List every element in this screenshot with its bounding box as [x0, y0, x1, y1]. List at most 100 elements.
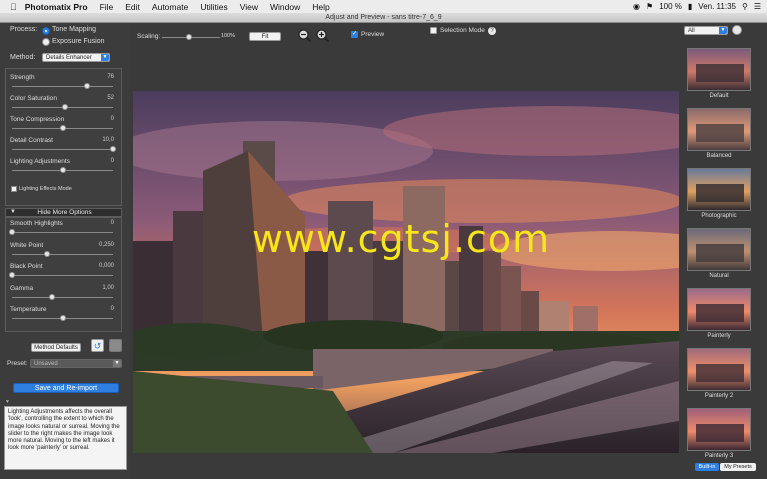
slider-track-3[interactable] — [12, 149, 113, 150]
slider-value-2: 0 — [110, 116, 114, 122]
preset-filter-value: All — [688, 28, 695, 34]
slider-label-2: Tone Compression — [10, 116, 65, 123]
method-select[interactable]: Details Enhancer ▼ — [42, 53, 110, 62]
hide-more-options-button[interactable]: ▼ Hide More Options — [5, 208, 122, 217]
more-slider-knob-0[interactable] — [9, 229, 15, 235]
more-slider-knob-3[interactable] — [49, 293, 56, 300]
chevron-down-icon: ▼ — [101, 54, 109, 61]
menu-help[interactable]: Help — [306, 2, 335, 12]
preset-select[interactable]: Unsaved ▼ — [30, 359, 122, 368]
tone-mapping-label: Tone Mapping — [52, 26, 96, 33]
exposure-fusion-radio[interactable] — [42, 38, 50, 46]
cityscape-photo — [133, 91, 679, 453]
more-slider-value-0: 0 — [110, 220, 114, 226]
slider-knob-3[interactable] — [110, 146, 116, 152]
preset-label-2: Photographic — [701, 213, 737, 219]
preset-thumbnail-6[interactable] — [687, 408, 751, 451]
preset-thumbnail-skyline — [696, 244, 744, 262]
preset-thumbnail-skyline — [696, 364, 744, 382]
more-slider-value-2: 0,000 — [98, 263, 114, 269]
slider-knob-4[interactable] — [59, 167, 66, 173]
tab-built-in[interactable]: Built-in — [695, 463, 719, 471]
preview-checkbox[interactable]: ✓ — [351, 31, 358, 38]
more-slider-label-1: White Point — [10, 241, 44, 249]
lighting-effects-label: Lighting Effects Mode — [19, 186, 72, 192]
chevron-down-icon: ▼ — [113, 360, 121, 367]
preset-thumbnail-5[interactable] — [687, 348, 751, 391]
lighting-effects-checkbox[interactable] — [11, 186, 17, 192]
more-slider-knob-1[interactable] — [44, 250, 51, 257]
slider-knob-1[interactable] — [61, 104, 68, 110]
slider-label-1: Color Saturation — [10, 95, 57, 102]
method-value: Details Enhancer — [46, 55, 92, 61]
slider-label-4: Lighting Adjustments — [10, 158, 70, 165]
preset-thumbnail-0[interactable] — [687, 48, 751, 91]
menu-utilities[interactable]: Utilities — [194, 2, 233, 12]
clock[interactable]: Ven. 11:35 — [698, 2, 736, 11]
more-slider-track-0[interactable] — [12, 232, 113, 233]
redo-icon[interactable] — [109, 339, 122, 352]
scaling-slider-knob[interactable] — [186, 34, 192, 40]
preset-thumbnail-skyline — [696, 304, 744, 322]
preset-thumbnail-1[interactable] — [687, 108, 751, 151]
battery-icon[interactable]: ▮ — [688, 2, 692, 11]
presets-panel: Default Balanced Photographic Natural Painte… — [681, 48, 767, 479]
more-slider-value-4: 0 — [110, 306, 114, 312]
preset-value: Unsaved — [34, 361, 58, 367]
more-slider-label-4: Temperature — [10, 306, 47, 313]
tab-my-presets[interactable]: My Presets — [720, 463, 756, 471]
slider-value-3: 10,0 — [102, 137, 114, 143]
save-and-reimport-button[interactable]: Save and Re-import — [13, 383, 119, 393]
more-slider-track-1[interactable] — [12, 253, 113, 255]
preset-thumbnail-3[interactable] — [687, 228, 751, 271]
scaling-value: 100% — [221, 33, 236, 39]
menu-bar:  Photomatix Pro File Edit Automate Util… — [0, 0, 767, 13]
slider-knob-2[interactable] — [59, 125, 66, 131]
preset-label-0: Default — [709, 93, 729, 99]
tone-mapping-radio[interactable] — [42, 27, 50, 35]
preview-label: Preview — [361, 31, 385, 38]
wifi-icon[interactable]: ◉ — [633, 2, 640, 11]
menu-list-icon[interactable]: ☰ — [754, 2, 761, 11]
help-text: Lighting Adjustments affects the overall… — [4, 406, 127, 470]
preset-filter-select[interactable]: All ▼ — [684, 26, 728, 35]
slider-track-0[interactable] — [12, 86, 113, 87]
more-slider-label-0: Smooth Highlights — [10, 220, 63, 227]
menu-view[interactable]: View — [234, 2, 264, 12]
apple-icon[interactable]:  — [0, 2, 21, 12]
slider-value-1: 52 — [107, 95, 114, 101]
zoom-in-icon[interactable] — [316, 29, 330, 43]
more-slider-track-3[interactable] — [12, 296, 113, 298]
menu-file[interactable]: File — [94, 2, 120, 12]
preset-label-3: Natural — [709, 273, 729, 279]
slider-value-4: 0 — [110, 158, 114, 164]
preview-image[interactable]: www.cgtsj.com — [133, 91, 679, 453]
slider-knob-0[interactable] — [83, 83, 90, 89]
slider-label-3: Detail Contrast — [10, 137, 53, 144]
flag-icon[interactable]: ⚑ — [646, 2, 653, 11]
zoom-out-icon[interactable] — [298, 29, 312, 43]
menu-automate[interactable]: Automate — [146, 2, 194, 12]
preset-thumbnail-skyline — [696, 124, 744, 142]
preset-label-5: Painterly 2 — [704, 393, 734, 399]
help-button[interactable]: ? — [488, 27, 496, 35]
more-slider-track-2[interactable] — [12, 275, 113, 276]
search-icon[interactable]: ⚲ — [742, 2, 748, 11]
help-text-triangle-icon[interactable]: ▼ — [5, 399, 10, 405]
more-slider-knob-4[interactable] — [59, 315, 66, 321]
toolbar: Scaling: 100% Fit ✓ Preview Selection Mo… — [130, 23, 742, 53]
preset-thumbnail-2[interactable] — [687, 168, 751, 211]
more-slider-knob-2[interactable] — [9, 272, 15, 278]
preset-thumbnail-4[interactable] — [687, 288, 751, 331]
preset-options-icon[interactable] — [732, 25, 742, 35]
menu-window[interactable]: Window — [264, 2, 306, 12]
method-defaults-button[interactable]: Method Defaults — [31, 343, 81, 352]
undo-icon[interactable]: ↺ — [91, 339, 104, 352]
selection-mode-checkbox[interactable] — [430, 27, 437, 34]
app-menu[interactable]: Photomatix Pro — [21, 2, 94, 12]
preset-thumbnail-skyline — [696, 424, 744, 442]
menu-edit[interactable]: Edit — [119, 2, 146, 12]
preset-label-1: Balanced — [706, 153, 732, 159]
slider-label-0: Strength — [10, 74, 35, 81]
fit-button[interactable]: Fit — [249, 32, 281, 41]
